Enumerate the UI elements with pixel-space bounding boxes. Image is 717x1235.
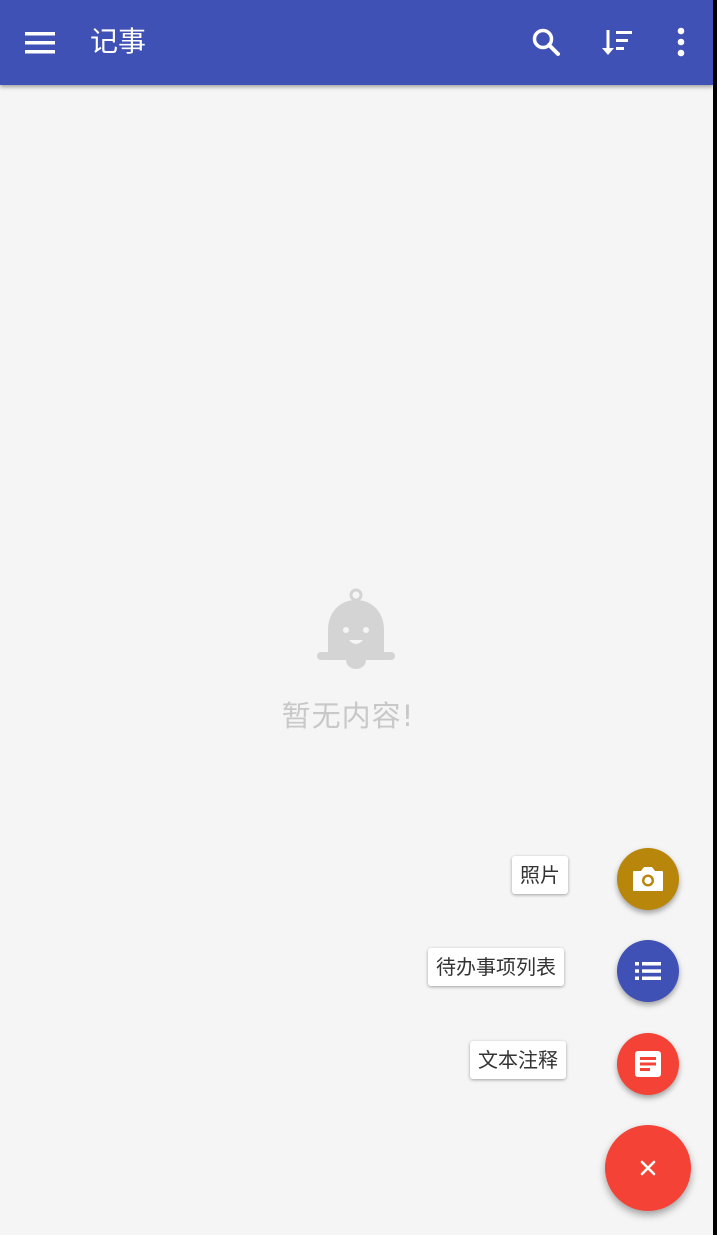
- text-note-fab[interactable]: [617, 1033, 679, 1095]
- more-vert-icon[interactable]: [659, 20, 703, 64]
- close-fab[interactable]: [605, 1125, 691, 1211]
- camera-icon: [633, 867, 663, 891]
- photo-fab[interactable]: [617, 848, 679, 910]
- empty-message: 暂无内容!: [281, 699, 415, 733]
- app-screen: 记事 暂无内容! 照片 待办事项列表 文本注释: [0, 0, 713, 1235]
- page-title: 记事: [90, 25, 147, 58]
- bell-icon: [312, 586, 400, 678]
- menu-icon[interactable]: [22, 26, 60, 60]
- sort-icon[interactable]: [596, 20, 640, 64]
- todo-list-fab[interactable]: [617, 940, 679, 1002]
- list-icon: [635, 962, 661, 980]
- close-icon: [640, 1160, 656, 1176]
- todo-list-label[interactable]: 待办事项列表: [428, 948, 564, 986]
- search-icon[interactable]: [524, 20, 568, 64]
- app-bar: 记事: [0, 0, 713, 85]
- photo-label[interactable]: 照片: [512, 856, 568, 894]
- text-note-label[interactable]: 文本注释: [470, 1041, 566, 1079]
- note-icon: [635, 1051, 661, 1077]
